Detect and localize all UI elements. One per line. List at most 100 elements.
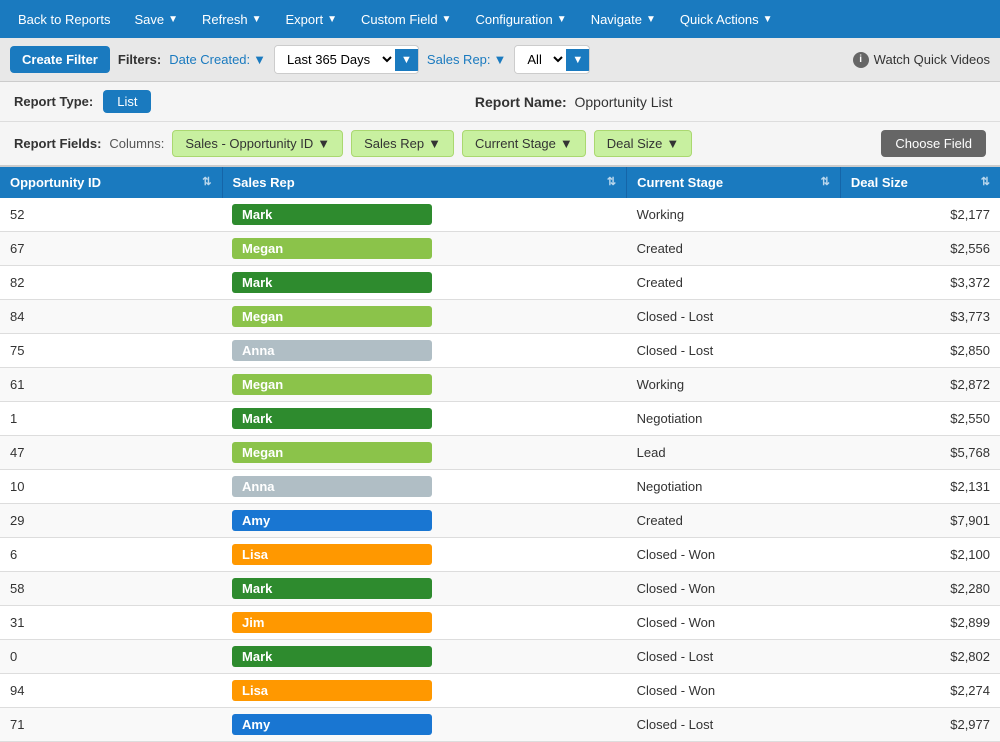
- cell-current-stage: Closed - Lost: [627, 708, 841, 742]
- date-created-filter[interactable]: Date Created: ▼: [169, 52, 266, 67]
- cell-deal-size: $2,131: [840, 470, 1000, 504]
- cell-deal-size: $2,280: [840, 572, 1000, 606]
- cell-opportunity-id: 75: [0, 334, 222, 368]
- report-fields-label: Report Fields:: [14, 136, 101, 151]
- field-sales-rep[interactable]: Sales Rep ▼: [351, 130, 454, 157]
- cell-opportunity-id: 82: [0, 266, 222, 300]
- cell-deal-size: $2,850: [840, 334, 1000, 368]
- nav-navigate[interactable]: Navigate ▼: [579, 4, 668, 35]
- sort-icon-3: ⇅: [981, 175, 990, 188]
- cell-current-stage: Created: [627, 504, 841, 538]
- cell-sales-rep: Amy: [222, 504, 627, 538]
- watch-quick-videos[interactable]: i Watch Quick Videos: [853, 52, 990, 68]
- cell-sales-rep: Lisa: [222, 674, 627, 708]
- cell-opportunity-id: 94: [0, 674, 222, 708]
- col-header-opportunity-id[interactable]: Opportunity ID ⇅: [0, 167, 222, 198]
- table-row: 10AnnaNegotiation$2,131: [0, 470, 1000, 504]
- field-arrow-1: ▼: [428, 136, 441, 151]
- table-row: 67MeganCreated$2,556: [0, 232, 1000, 266]
- field-arrow-0: ▼: [317, 136, 330, 151]
- table-row: 71AmyClosed - Lost$2,977: [0, 708, 1000, 742]
- cell-opportunity-id: 67: [0, 232, 222, 266]
- cell-opportunity-id: 52: [0, 198, 222, 232]
- cell-current-stage: Created: [627, 232, 841, 266]
- cell-sales-rep: Megan: [222, 436, 627, 470]
- table-row: 0MarkClosed - Lost$2,802: [0, 640, 1000, 674]
- cell-opportunity-id: 61: [0, 368, 222, 402]
- field-current-stage[interactable]: Current Stage ▼: [462, 130, 586, 157]
- table-row: 75AnnaClosed - Lost$2,850: [0, 334, 1000, 368]
- sales-rep-badge: Megan: [232, 374, 432, 395]
- cell-sales-rep: Megan: [222, 232, 627, 266]
- top-navigation: Back to Reports Save ▼ Refresh ▼ Export …: [0, 0, 1000, 38]
- cell-current-stage: Lead: [627, 436, 841, 470]
- nav-custom-field[interactable]: Custom Field ▼: [349, 4, 463, 35]
- table-row: 94LisaClosed - Won$2,274: [0, 674, 1000, 708]
- table-row: 31JimClosed - Won$2,899: [0, 606, 1000, 640]
- nav-refresh[interactable]: Refresh ▼: [190, 4, 273, 35]
- field-deal-size[interactable]: Deal Size ▼: [594, 130, 693, 157]
- sales-rep-filter[interactable]: Sales Rep: ▼: [427, 52, 506, 67]
- table-header-row: Opportunity ID ⇅ Sales Rep ⇅ Current Sta…: [0, 167, 1000, 198]
- sales-rep-badge: Amy: [232, 510, 432, 531]
- nav-quick-actions-arrow: ▼: [763, 14, 773, 25]
- cell-current-stage: Negotiation: [627, 470, 841, 504]
- date-range-select[interactable]: Last 365 Days: [275, 46, 395, 73]
- cell-opportunity-id: 71: [0, 708, 222, 742]
- field-arrow-2: ▼: [560, 136, 573, 151]
- nav-navigate-arrow: ▼: [646, 14, 656, 25]
- cell-deal-size: $2,977: [840, 708, 1000, 742]
- list-type-button[interactable]: List: [103, 90, 151, 113]
- cell-deal-size: $7,901: [840, 504, 1000, 538]
- cell-deal-size: $3,773: [840, 300, 1000, 334]
- cell-current-stage: Closed - Lost: [627, 300, 841, 334]
- nav-export-arrow: ▼: [327, 14, 337, 25]
- cell-current-stage: Working: [627, 368, 841, 402]
- col-header-deal-size[interactable]: Deal Size ⇅: [840, 167, 1000, 198]
- nav-custom-field-arrow: ▼: [442, 14, 452, 25]
- all-select-container: All ▼: [514, 45, 590, 74]
- cell-sales-rep: Mark: [222, 402, 627, 436]
- all-select[interactable]: All: [515, 46, 566, 73]
- report-fields-row: Report Fields: Columns: Sales - Opportun…: [0, 122, 1000, 167]
- date-range-dropdown-button[interactable]: ▼: [395, 49, 418, 71]
- cell-sales-rep: Megan: [222, 368, 627, 402]
- nav-quick-actions[interactable]: Quick Actions ▼: [668, 4, 785, 35]
- filters-label: Filters:: [118, 52, 161, 67]
- cell-current-stage: Closed - Won: [627, 674, 841, 708]
- col-header-current-stage[interactable]: Current Stage ⇅: [627, 167, 841, 198]
- cell-deal-size: $2,802: [840, 640, 1000, 674]
- filter-bar: Create Filter Filters: Date Created: ▼ L…: [0, 38, 1000, 82]
- col-header-sales-rep[interactable]: Sales Rep ⇅: [222, 167, 627, 198]
- nav-export[interactable]: Export ▼: [273, 4, 348, 35]
- table-row: 82MarkCreated$3,372: [0, 266, 1000, 300]
- nav-configuration-arrow: ▼: [557, 14, 567, 25]
- sort-icon-0: ⇅: [202, 175, 211, 188]
- sales-rep-badge: Mark: [232, 578, 432, 599]
- cell-sales-rep: Amy: [222, 708, 627, 742]
- table-row: 58MarkClosed - Won$2,280: [0, 572, 1000, 606]
- table-row: 29AmyCreated$7,901: [0, 504, 1000, 538]
- all-dropdown-button[interactable]: ▼: [566, 49, 589, 71]
- nav-save[interactable]: Save ▼: [123, 4, 191, 35]
- create-filter-button[interactable]: Create Filter: [10, 46, 110, 73]
- cell-deal-size: $2,899: [840, 606, 1000, 640]
- cell-current-stage: Negotiation: [627, 402, 841, 436]
- cell-sales-rep: Megan: [222, 300, 627, 334]
- choose-field-button[interactable]: Choose Field: [881, 130, 986, 157]
- cell-deal-size: $2,100: [840, 538, 1000, 572]
- table-row: 1MarkNegotiation$2,550: [0, 402, 1000, 436]
- nav-configuration[interactable]: Configuration ▼: [463, 4, 578, 35]
- cell-opportunity-id: 47: [0, 436, 222, 470]
- info-icon: i: [853, 52, 869, 68]
- cell-deal-size: $3,372: [840, 266, 1000, 300]
- field-sales-opportunity-id[interactable]: Sales - Opportunity ID ▼: [172, 130, 343, 157]
- cell-current-stage: Closed - Won: [627, 538, 841, 572]
- table-row: 47MeganLead$5,768: [0, 436, 1000, 470]
- cell-opportunity-id: 0: [0, 640, 222, 674]
- sales-rep-badge: Anna: [232, 340, 432, 361]
- cell-deal-size: $2,556: [840, 232, 1000, 266]
- columns-label: Columns:: [109, 136, 164, 151]
- cell-deal-size: $2,550: [840, 402, 1000, 436]
- nav-back-to-reports[interactable]: Back to Reports: [6, 4, 123, 35]
